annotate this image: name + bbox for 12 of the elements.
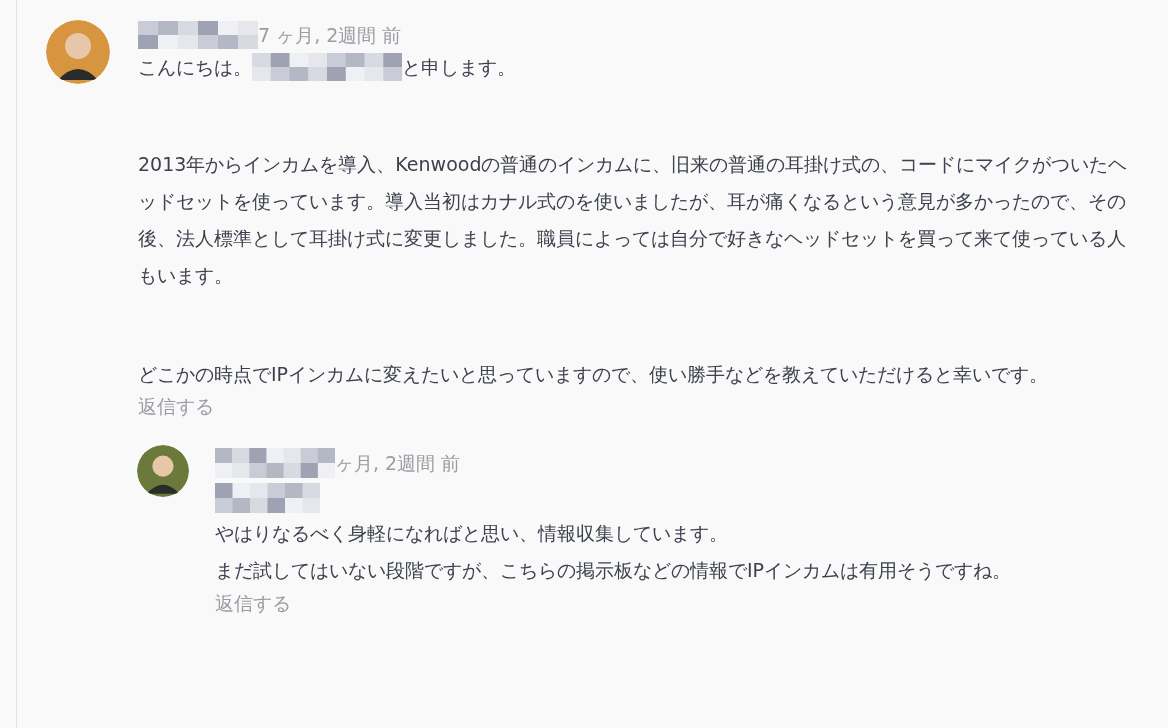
avatar [137,445,189,497]
timestamp: ヶ月, 2週間 前 [335,450,461,476]
avatar [46,20,110,84]
comment-paragraph: どこかの時点でIPインカムに変えたいと思っていますので、使い勝手などを教えていただけると幸いです。 [138,362,1050,387]
greeting-text: と申します。 [402,54,516,80]
greeting-text: こんにちは。 [138,54,252,80]
reply-link[interactable]: 返信する [215,589,291,617]
reply-text: まだ試してはいない段階ですが、こちらの掲示板などの情報でIPインカムは有用そうですね。 [215,558,1013,583]
reply-text: やはりなるべく身軽になればと思い、情報収集しています。 [215,521,729,546]
timestamp: 7 ヶ月, 2週間 前 [258,22,402,48]
reply-link[interactable]: 返信する [138,393,214,419]
comment-paragraph: 2013年からインカムを導入、Kenwoodの普通のインカムに、旧来の普通の耳掛け式の、コードにマイクがついたヘッドセットを使っています。導入当初はカナル式のを使いましたが、耳が痛くなるという意見が多かったので、その後、法人標準として耳掛け式に変更しました。職員によっては自分で好きなヘッドセットを買って来て使っている人もいます。 [138,152,1128,288]
